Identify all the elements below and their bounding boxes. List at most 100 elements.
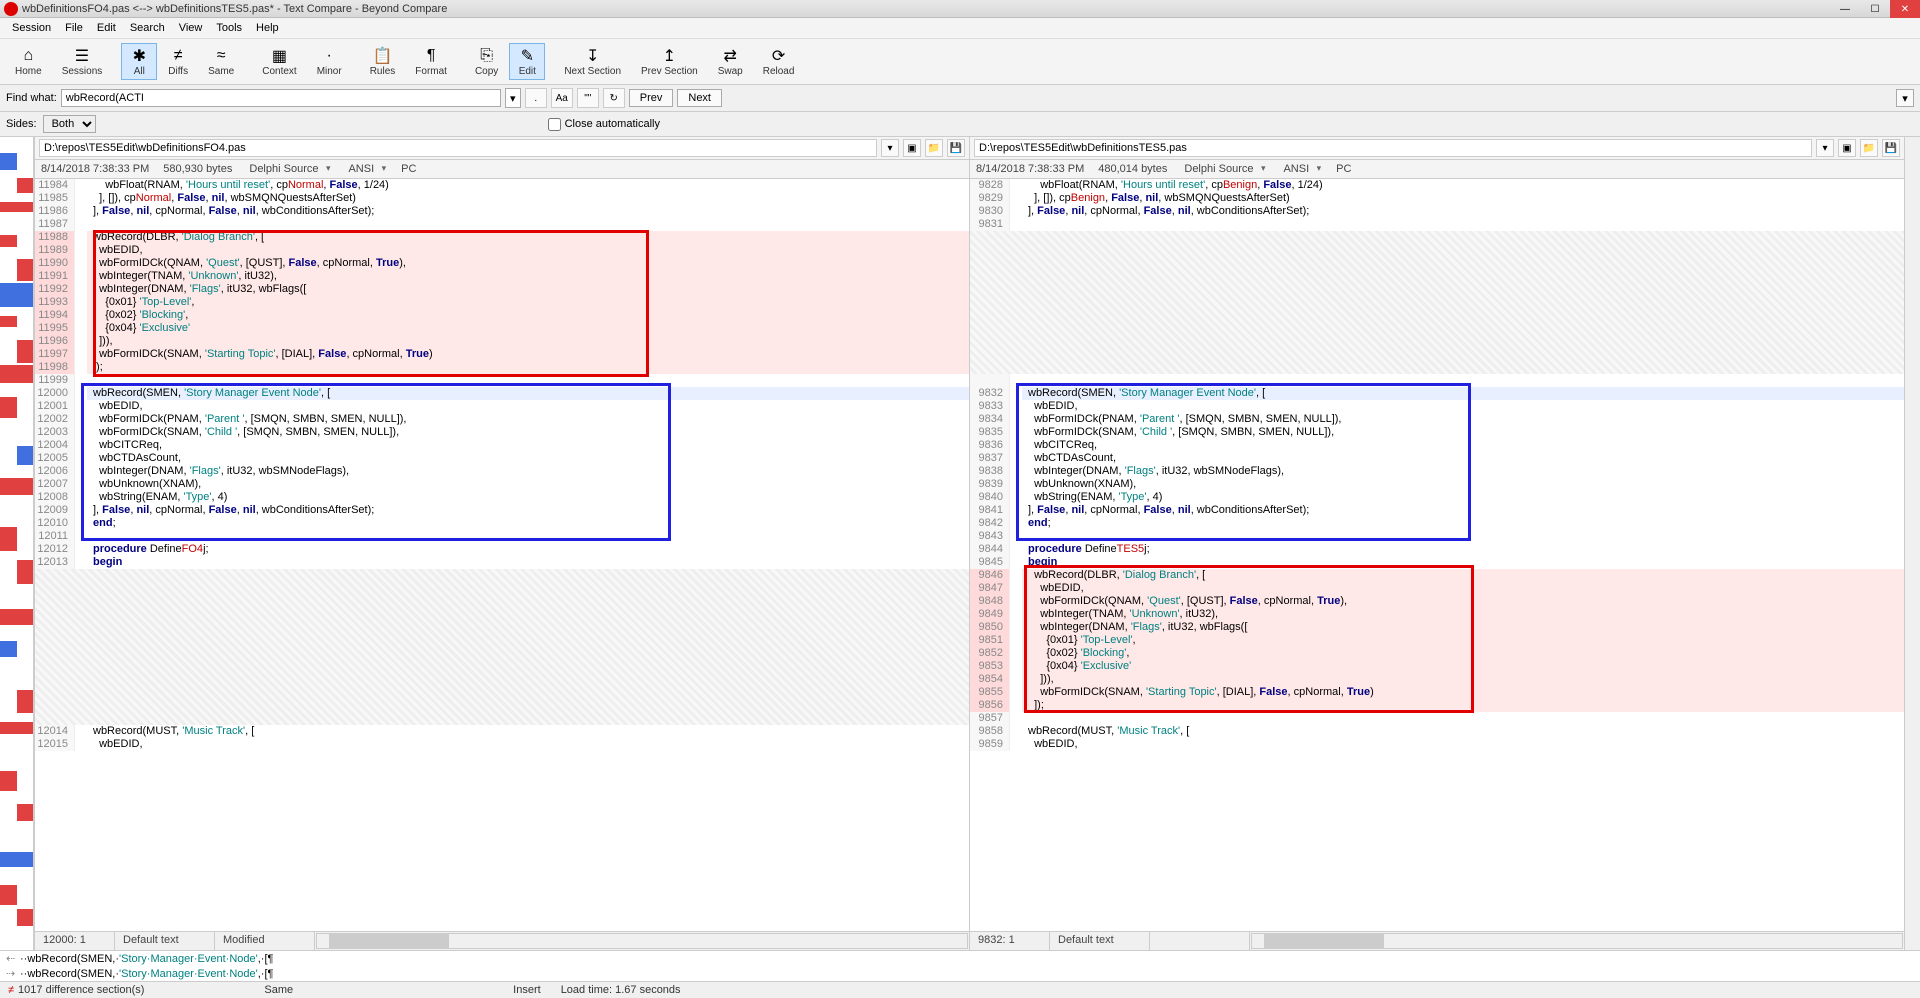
code-line[interactable]: 12013begin	[35, 556, 969, 569]
code-line[interactable]: 11997 wbFormIDCk(SNAM, 'Starting Topic',…	[35, 348, 969, 361]
code-line[interactable]: 12002 wbFormIDCk(PNAM, 'Parent ', [SMQN,…	[35, 413, 969, 426]
code-line[interactable]: 11993 {0x01} 'Top-Level',	[35, 296, 969, 309]
code-line[interactable]: 12008 wbString(ENAM, 'Type', 4)	[35, 491, 969, 504]
code-line[interactable]: 9828 wbFloat(RNAM, 'Hours until reset', …	[970, 179, 1904, 192]
menu-file[interactable]: File	[59, 20, 89, 36]
code-line[interactable]: 9856 ]);	[970, 699, 1904, 712]
find-wrap-option[interactable]: ↻	[603, 88, 625, 108]
code-line[interactable]: 9857	[970, 712, 1904, 725]
code-line[interactable]: 12009], False, nil, cpNormal, False, nil…	[35, 504, 969, 517]
find-prev-button[interactable]: Prev	[629, 89, 674, 107]
same-button[interactable]: ≈Same	[199, 43, 243, 80]
left-save-button[interactable]: 💾	[947, 139, 965, 157]
find-word-option[interactable]: ""	[577, 88, 599, 108]
code-line[interactable]: 11995 {0x04} 'Exclusive'	[35, 322, 969, 335]
code-line[interactable]: 11998]);	[35, 361, 969, 374]
code-line[interactable]: 9852 {0x02} 'Blocking',	[970, 647, 1904, 660]
find-input[interactable]	[61, 89, 501, 107]
code-line[interactable]: 11987	[35, 218, 969, 231]
code-line[interactable]: 9836 wbCITCReq,	[970, 439, 1904, 452]
left-hscroll[interactable]	[316, 933, 968, 949]
edit-button[interactable]: ✎Edit	[509, 43, 545, 80]
left-code-view[interactable]: 11984 wbFloat(RNAM, 'Hours until reset',…	[35, 179, 969, 931]
reload-button[interactable]: ⟳Reload	[754, 43, 804, 80]
code-line[interactable]: 9835 wbFormIDCk(SNAM, 'Child ', [SMQN, S…	[970, 426, 1904, 439]
code-line[interactable]: 9831	[970, 218, 1904, 231]
code-line[interactable]: 11988wbRecord(DLBR, 'Dialog Branch', [	[35, 231, 969, 244]
code-line[interactable]: 9839 wbUnknown(XNAM),	[970, 478, 1904, 491]
code-line[interactable]: 9829 ], []), cpBenign, False, nil, wbSMQ…	[970, 192, 1904, 205]
code-line[interactable]: 9832wbRecord(SMEN, 'Story Manager Event …	[970, 387, 1904, 400]
right-source-dropdown[interactable]: Delphi Source	[1181, 162, 1266, 176]
find-expand-button[interactable]: ▾	[1896, 89, 1914, 107]
right-path-dropdown[interactable]: ▾	[1816, 139, 1834, 157]
menu-view[interactable]: View	[173, 20, 209, 36]
left-browse-button[interactable]: 📁	[925, 139, 943, 157]
context-button[interactable]: ▦Context	[253, 43, 305, 80]
diff-thumbnail[interactable]	[0, 137, 34, 950]
right-explore-button[interactable]: ▣	[1838, 139, 1856, 157]
diffs-button[interactable]: ≠Diffs	[159, 43, 197, 80]
left-path-input[interactable]	[39, 139, 877, 157]
find-case-option[interactable]: Aa	[551, 88, 573, 108]
code-line[interactable]: 9859 wbEDID,	[970, 738, 1904, 751]
code-line[interactable]: 9847 wbEDID,	[970, 582, 1904, 595]
left-path-dropdown[interactable]: ▾	[881, 139, 899, 157]
code-line[interactable]: 9830], False, nil, cpNormal, False, nil,…	[970, 205, 1904, 218]
code-line[interactable]: 9840 wbString(ENAM, 'Type', 4)	[970, 491, 1904, 504]
code-line[interactable]: 9841], False, nil, cpNormal, False, nil,…	[970, 504, 1904, 517]
code-line[interactable]: 12012procedure DefineFO4j;	[35, 543, 969, 556]
right-browse-button[interactable]: 📁	[1860, 139, 1878, 157]
format-button[interactable]: ¶Format	[406, 43, 456, 80]
code-line[interactable]: 11985 ], []), cpNormal, False, nil, wbSM…	[35, 192, 969, 205]
menu-help[interactable]: Help	[250, 20, 285, 36]
rules-button[interactable]: 📋Rules	[361, 43, 405, 80]
close-button[interactable]: ✕	[1890, 0, 1920, 18]
right-hscroll[interactable]	[1251, 933, 1903, 949]
sides-select[interactable]: Both	[43, 115, 96, 133]
home-button[interactable]: ⌂Home	[6, 43, 51, 80]
code-line[interactable]: 12007 wbUnknown(XNAM),	[35, 478, 969, 491]
code-line[interactable]: 12011	[35, 530, 969, 543]
code-line[interactable]: 12006 wbInteger(DNAM, 'Flags', itU32, wb…	[35, 465, 969, 478]
code-line[interactable]: 11994 {0x02} 'Blocking',	[35, 309, 969, 322]
sessions-button[interactable]: ☰Sessions	[53, 43, 112, 80]
all-button[interactable]: ✱All	[121, 43, 157, 80]
code-line[interactable]: 12010end;	[35, 517, 969, 530]
code-line[interactable]: 9843	[970, 530, 1904, 543]
code-line[interactable]: 11986], False, nil, cpNormal, False, nil…	[35, 205, 969, 218]
minor-button[interactable]: ·Minor	[308, 43, 351, 80]
code-line[interactable]: 9834 wbFormIDCk(PNAM, 'Parent ', [SMQN, …	[970, 413, 1904, 426]
code-line[interactable]: 11999	[35, 374, 969, 387]
code-line[interactable]: 11992 wbInteger(DNAM, 'Flags', itU32, wb…	[35, 283, 969, 296]
left-source-dropdown[interactable]: Delphi Source	[246, 162, 331, 176]
prev-button[interactable]: ↥Prev Section	[632, 43, 707, 80]
code-line[interactable]: 9833 wbEDID,	[970, 400, 1904, 413]
code-line[interactable]: 12005 wbCTDAsCount,	[35, 452, 969, 465]
code-line[interactable]: 12004 wbCITCReq,	[35, 439, 969, 452]
code-line[interactable]: 9855 wbFormIDCk(SNAM, 'Starting Topic', …	[970, 686, 1904, 699]
code-line[interactable]: 12003 wbFormIDCk(SNAM, 'Child ', [SMQN, …	[35, 426, 969, 439]
code-line[interactable]: 9848 wbFormIDCk(QNAM, 'Quest', [QUST], F…	[970, 595, 1904, 608]
vertical-scrollbar[interactable]	[1904, 137, 1920, 950]
right-save-button[interactable]: 💾	[1882, 139, 1900, 157]
code-line[interactable]: 9838 wbInteger(DNAM, 'Flags', itU32, wbS…	[970, 465, 1904, 478]
code-line[interactable]: 12015 wbEDID,	[35, 738, 969, 751]
find-regex-option[interactable]: .	[525, 88, 547, 108]
code-line[interactable]: 9849 wbInteger(TNAM, 'Unknown', itU32),	[970, 608, 1904, 621]
menu-search[interactable]: Search	[124, 20, 171, 36]
code-line[interactable]: 11996 ])),	[35, 335, 969, 348]
left-explore-button[interactable]: ▣	[903, 139, 921, 157]
find-dropdown[interactable]: ▾	[505, 88, 521, 108]
code-line[interactable]: 12014wbRecord(MUST, 'Music Track', [	[35, 725, 969, 738]
code-line[interactable]: 9846 wbRecord(DLBR, 'Dialog Branch', [	[970, 569, 1904, 582]
right-encoding-dropdown[interactable]: ANSI	[1280, 162, 1322, 176]
code-line[interactable]: 9854 ])),	[970, 673, 1904, 686]
code-line[interactable]: 9850 wbInteger(DNAM, 'Flags', itU32, wbF…	[970, 621, 1904, 634]
copy-button[interactable]: ⎘Copy	[466, 43, 507, 80]
code-line[interactable]: 9837 wbCTDAsCount,	[970, 452, 1904, 465]
next-button[interactable]: ↧Next Section	[555, 43, 630, 80]
menu-edit[interactable]: Edit	[91, 20, 122, 36]
code-line[interactable]: 9858wbRecord(MUST, 'Music Track', [	[970, 725, 1904, 738]
code-line[interactable]: 11989 wbEDID,	[35, 244, 969, 257]
